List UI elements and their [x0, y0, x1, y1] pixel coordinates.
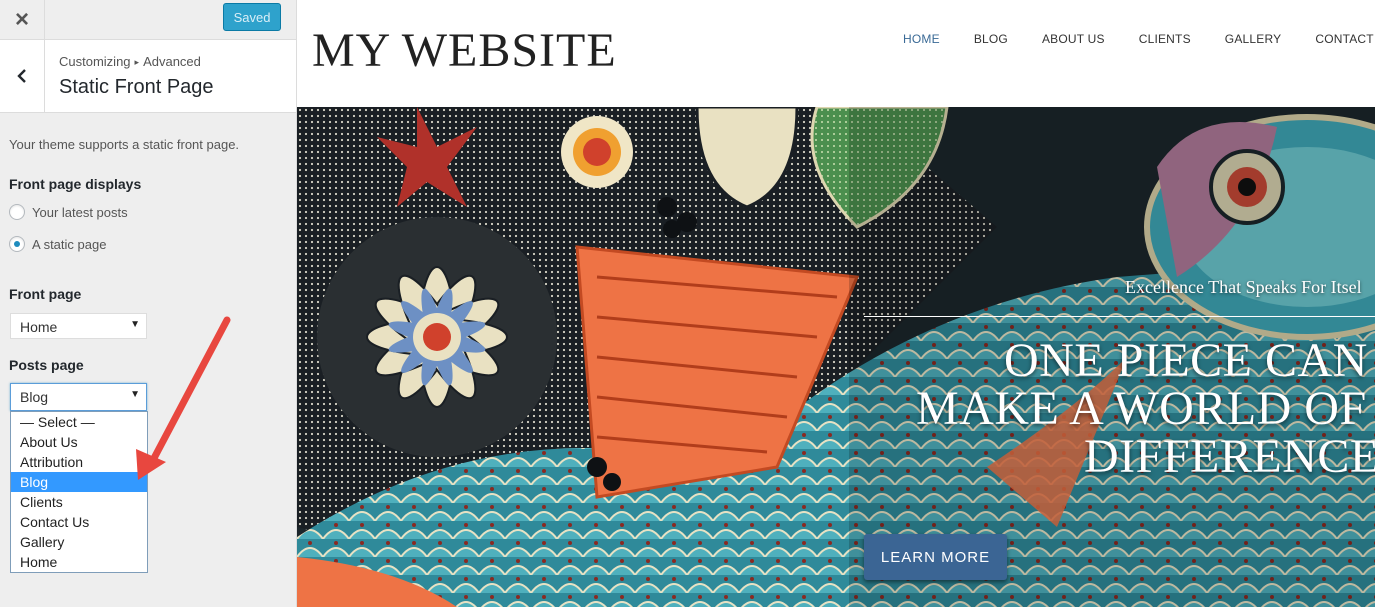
radio-button-checked[interactable]: [9, 236, 25, 252]
nav-item-gallery[interactable]: GALLERY: [1225, 32, 1282, 46]
select-value: Home: [20, 319, 58, 335]
posts-page-heading: Posts page: [9, 357, 84, 373]
posts-page-select[interactable]: Blog ▼: [10, 383, 147, 411]
dropdown-option[interactable]: Home: [11, 552, 147, 572]
radio-button[interactable]: [9, 204, 25, 220]
nav-item-home[interactable]: HOME: [903, 32, 940, 46]
saved-button[interactable]: Saved: [223, 3, 281, 31]
breadcrumb-parent: Customizing: [59, 54, 131, 69]
dropdown-arrow-icon: ▼: [130, 389, 140, 400]
section-description: Your theme supports a static front page.: [9, 137, 240, 152]
radio-label: Your latest posts: [32, 204, 128, 220]
hero-headline-line-1: ONE PIECE CAN: [1004, 334, 1368, 387]
radio-static-page[interactable]: A static page: [9, 236, 106, 252]
customizer-sidebar: × Saved Customizing ▸ Advanced Static Fron…: [0, 0, 297, 607]
section-header: Customizing ▸ Advanced Static Front Page: [0, 40, 296, 113]
hero-headline-line-3: DIFFERENCE: [1084, 430, 1375, 483]
front-page-heading: Front page: [9, 286, 82, 302]
posts-page-dropdown-list[interactable]: — Select — About Us Attribution Blog Cli…: [10, 411, 148, 573]
dropdown-option[interactable]: — Select —: [11, 412, 147, 432]
section-title: Static Front Page: [59, 76, 214, 98]
dropdown-option[interactable]: Attribution: [11, 452, 147, 472]
dropdown-option[interactable]: Contact Us: [11, 512, 147, 532]
close-icon: ×: [14, 5, 29, 33]
hero-tagline: Excellence That Speaks For Itsel: [1125, 277, 1362, 297]
dropdown-option[interactable]: Gallery: [11, 532, 147, 552]
dropdown-option[interactable]: Clients: [11, 492, 147, 512]
dropdown-option-highlighted[interactable]: Blog: [11, 472, 147, 492]
hero-divider: [864, 316, 1375, 317]
nav-item-blog[interactable]: BLOG: [974, 32, 1008, 46]
close-customizer-button[interactable]: ×: [0, 0, 45, 39]
radio-label: A static page: [32, 236, 107, 252]
customizer-topbar: × Saved: [0, 0, 296, 40]
breadcrumb: Customizing ▸ Advanced: [59, 54, 201, 69]
hero-banner: Excellence That Speaks For Itsel ONE PIE…: [297, 107, 1375, 607]
breadcrumb-separator: ▸: [134, 57, 140, 67]
site-title[interactable]: MY WEBSITE: [312, 23, 617, 78]
radio-latest-posts[interactable]: Your latest posts: [9, 204, 128, 220]
learn-more-button[interactable]: LEARN MORE: [864, 534, 1007, 580]
chevron-left-icon: [17, 69, 26, 83]
select-value: Blog: [20, 389, 49, 405]
dropdown-arrow-icon: ▼: [130, 319, 140, 330]
hero-headline-line-2: MAKE A WORLD OF: [916, 382, 1367, 435]
nav-item-about-us[interactable]: ABOUT US: [1042, 32, 1105, 46]
main-navigation: HOME BLOG ABOUT US CLIENTS GALLERY CONTA…: [903, 32, 1375, 46]
nav-item-clients[interactable]: CLIENTS: [1139, 32, 1191, 46]
breadcrumb-child: Advanced: [143, 54, 201, 69]
front-page-displays-heading: Front page displays: [9, 176, 142, 192]
dropdown-option[interactable]: About Us: [11, 432, 147, 452]
nav-item-contact-us[interactable]: CONTACT US: [1315, 32, 1375, 46]
back-button[interactable]: [0, 40, 45, 112]
front-page-select[interactable]: Home ▼: [10, 313, 147, 339]
site-preview: MY WEBSITE HOME BLOG ABOUT US CLIENTS GA…: [297, 0, 1375, 607]
